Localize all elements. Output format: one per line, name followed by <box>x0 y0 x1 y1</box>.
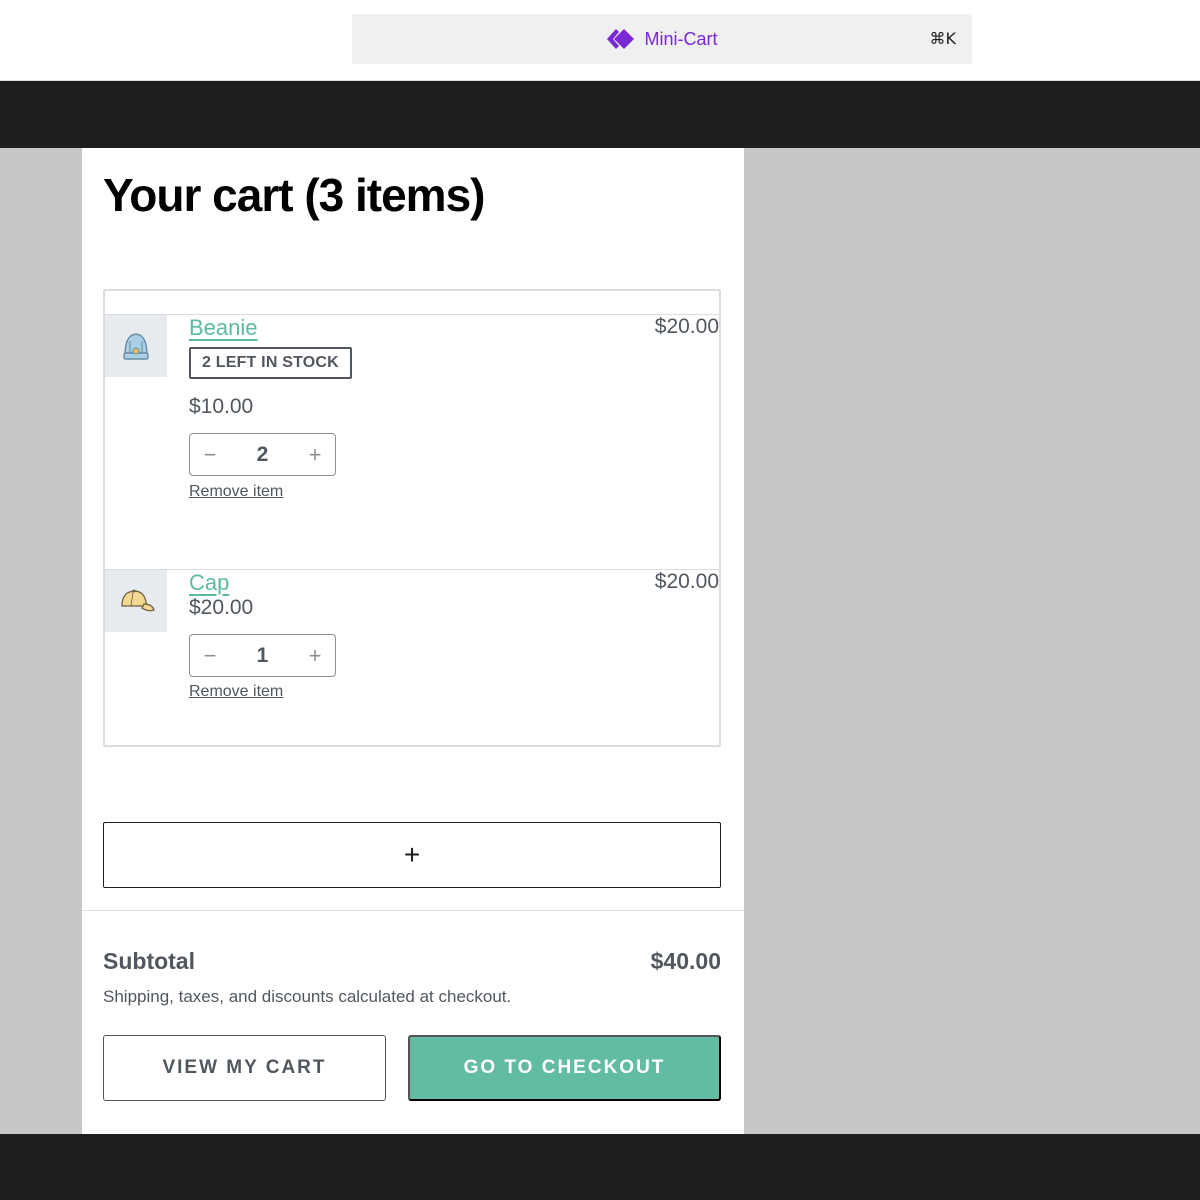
quantity-value[interactable]: 2 <box>230 434 295 475</box>
quantity-decrease-button[interactable]: − <box>190 434 230 475</box>
command-palette-button[interactable]: Mini-Cart ⌘K <box>352 14 972 64</box>
editor-top-bar: Mini-Cart ⌘K <box>0 0 1200 81</box>
item-unit-price: $20.00 <box>189 596 254 619</box>
quantity-value[interactable]: 1 <box>230 635 295 676</box>
item-line-total: $20.00 <box>654 315 719 338</box>
remove-item-link[interactable]: Remove item <box>189 483 283 501</box>
keyboard-shortcut-hint: ⌘K <box>929 29 957 48</box>
low-stock-badge: 2 LEFT IN STOCK <box>189 347 352 379</box>
item-name-link[interactable]: Beanie <box>189 315 258 341</box>
subtotal-label: Subtotal <box>103 948 195 974</box>
subtotal-value: $40.00 <box>650 948 721 974</box>
quantity-decrease-button[interactable]: − <box>190 635 230 676</box>
quantity-increase-button[interactable]: + <box>295 434 335 475</box>
shipping-note: Shipping, taxes, and discounts calculate… <box>103 987 512 1006</box>
cap-icon[interactable] <box>105 570 167 632</box>
quantity-increase-button[interactable]: + <box>295 635 335 676</box>
cart-items-block[interactable]: Beanie $20.00 2 LEFT IN STOCK $10.00 − 2… <box>103 289 721 747</box>
cart-title: Your cart (3 items) <box>103 169 485 221</box>
command-bar-title-group: Mini-Cart <box>352 14 972 64</box>
quantity-stepper: − 2 + <box>189 433 336 476</box>
cart-item-beanie: Beanie $20.00 2 LEFT IN STOCK $10.00 − 2… <box>105 315 719 569</box>
footer-divider <box>82 910 744 911</box>
add-block-button[interactable]: + <box>103 822 721 888</box>
overlay-band-top <box>0 81 1200 148</box>
item-unit-price: $10.00 <box>189 395 254 418</box>
mini-cart-drawer: Your cart (3 items) Beanie $20.00 2 LEFT… <box>82 148 744 1134</box>
view-my-cart-button[interactable]: VIEW MY CART <box>103 1035 386 1101</box>
beanie-icon[interactable] <box>105 315 167 377</box>
mini-cart-block-icon <box>606 27 636 51</box>
command-bar-title: Mini-Cart <box>644 28 718 49</box>
go-to-checkout-button[interactable]: GO TO CHECKOUT <box>408 1035 721 1101</box>
item-name-link[interactable]: Cap <box>189 570 229 596</box>
quantity-stepper: − 1 + <box>189 634 336 677</box>
overlay-band-bottom <box>0 1134 1200 1200</box>
remove-item-link[interactable]: Remove item <box>189 683 283 701</box>
item-line-total: $20.00 <box>654 570 719 593</box>
cart-item-cap: Cap $20.00 $20.00 − 1 + Remove item <box>105 569 719 745</box>
